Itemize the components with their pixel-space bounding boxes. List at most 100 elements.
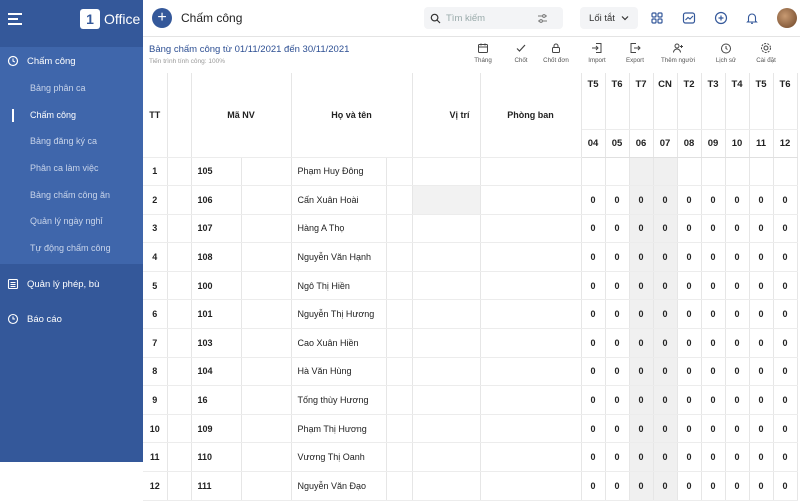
cell-dept[interactable] — [480, 471, 582, 501]
cell-day[interactable]: 0 — [653, 299, 678, 330]
cell-day[interactable]: 0 — [581, 242, 606, 272]
cell-day[interactable]: 0 — [605, 442, 630, 473]
table-row[interactable]: 1 105 Phạm Huy Đông — [143, 157, 798, 187]
sidebar-item-leave[interactable]: Quản lý phép, bù — [0, 270, 143, 298]
cell-day[interactable]: 0 — [629, 328, 654, 358]
cell-day[interactable]: 0 — [701, 471, 726, 501]
sidebar-subitem[interactable]: Bảng đăng ký ca — [0, 128, 143, 155]
cell-dept[interactable] — [480, 271, 582, 301]
shortcut-dropdown[interactable]: Lối tắt — [580, 7, 638, 29]
cell-day[interactable] — [749, 157, 774, 187]
cell-day[interactable]: 0 — [677, 214, 702, 244]
cell-day[interactable]: 0 — [773, 357, 798, 387]
cell-day[interactable]: 0 — [653, 242, 678, 272]
hamburger-menu-icon[interactable] — [8, 12, 22, 25]
cell-dept[interactable] — [480, 185, 582, 215]
table-row[interactable]: 6 101 Nguyễn Thị Hương 0 0 0 0 0 0 0 0 0 — [143, 299, 798, 330]
table-row[interactable]: 4 108 Nguyễn Văn Hạnh 0 0 0 0 0 0 0 0 0 — [143, 242, 798, 272]
cell-day[interactable]: 0 — [629, 185, 654, 215]
toolbar-button-import[interactable]: Import — [580, 42, 614, 64]
cell-day[interactable]: 0 — [749, 242, 774, 272]
cell-day[interactable] — [629, 157, 654, 187]
chart-icon[interactable] — [682, 11, 696, 25]
toolbar-button-settings[interactable]: Cài đặt — [749, 42, 783, 64]
table-row[interactable]: 12 111 Nguyễn Văn Đạo 0 0 0 0 0 0 0 0 0 — [143, 471, 798, 501]
cell-day[interactable]: 0 — [653, 328, 678, 358]
cell-day[interactable] — [677, 157, 702, 187]
cell-day[interactable]: 0 — [605, 414, 630, 444]
cell-day[interactable]: 0 — [701, 328, 726, 358]
table-row[interactable]: 11 110 Vương Thị Oanh 0 0 0 0 0 0 0 0 0 — [143, 442, 798, 473]
col-header-ma[interactable]: Mã NV — [191, 73, 292, 158]
cell-dept[interactable] — [480, 299, 582, 330]
cell-day[interactable]: 0 — [653, 414, 678, 444]
cell-day[interactable]: 0 — [653, 185, 678, 215]
cell-position[interactable] — [412, 328, 481, 358]
cell-day[interactable] — [773, 157, 798, 187]
cell-day[interactable]: 0 — [677, 385, 702, 415]
cell-day[interactable]: 0 — [701, 214, 726, 244]
cell-day[interactable]: 0 — [701, 242, 726, 272]
table-row[interactable]: 9 16 Tống thùy Hương 0 0 0 0 0 0 0 0 0 — [143, 385, 798, 415]
search-input[interactable] — [446, 12, 532, 24]
cell-day[interactable] — [581, 157, 606, 187]
cell-day[interactable]: 0 — [701, 442, 726, 473]
sidebar-subitem[interactable]: Bảng phân ca — [0, 75, 143, 102]
cell-day[interactable] — [701, 157, 726, 187]
toolbar-button-export[interactable]: Export — [618, 42, 652, 64]
cell-day[interactable]: 0 — [773, 214, 798, 244]
cell-day[interactable]: 0 — [773, 328, 798, 358]
cell-position[interactable] — [412, 414, 481, 444]
app-logo[interactable]: 1 Office — [80, 8, 140, 29]
cell-day[interactable]: 0 — [653, 271, 678, 301]
cell-day[interactable]: 0 — [725, 214, 750, 244]
cell-day[interactable]: 0 — [605, 357, 630, 387]
cell-day[interactable]: 0 — [773, 414, 798, 444]
cell-day[interactable]: 0 — [581, 185, 606, 215]
cell-day[interactable]: 0 — [725, 242, 750, 272]
cell-day[interactable]: 0 — [629, 299, 654, 330]
cell-day[interactable]: 0 — [773, 271, 798, 301]
cell-day[interactable]: 0 — [629, 242, 654, 272]
sidebar-menu-title[interactable]: Chấm công — [0, 47, 143, 75]
cell-dept[interactable] — [480, 385, 582, 415]
cell-day[interactable]: 0 — [677, 271, 702, 301]
cell-day[interactable]: 0 — [725, 185, 750, 215]
cell-day[interactable]: 0 — [749, 328, 774, 358]
grid-apps-icon[interactable] — [650, 11, 664, 25]
cell-day[interactable] — [605, 157, 630, 187]
cell-dept[interactable] — [480, 414, 582, 444]
sidebar-subitem[interactable]: Bảng chấm công ăn — [0, 181, 143, 208]
cell-day[interactable]: 0 — [629, 271, 654, 301]
cell-position[interactable] — [412, 242, 481, 272]
cell-day[interactable]: 0 — [677, 414, 702, 444]
sidebar-subitem[interactable]: Tự động chấm công — [0, 235, 143, 262]
cell-day[interactable]: 0 — [581, 271, 606, 301]
cell-day[interactable]: 0 — [725, 442, 750, 473]
sidebar-item-report[interactable]: Báo cáo — [0, 305, 143, 333]
toolbar-button-add-person[interactable]: Thêm người — [661, 42, 695, 64]
cell-day[interactable]: 0 — [725, 299, 750, 330]
cell-position[interactable] — [412, 271, 481, 301]
cell-day[interactable]: 0 — [749, 357, 774, 387]
toolbar-button-history[interactable]: Lịch sử — [709, 42, 743, 64]
cell-day[interactable]: 0 — [677, 242, 702, 272]
table-row[interactable]: 2 106 Cấn Xuân Hoài 0 0 0 0 0 0 0 0 0 — [143, 185, 798, 215]
cell-day[interactable]: 0 — [749, 442, 774, 473]
cell-dept[interactable] — [480, 357, 582, 387]
cell-day[interactable]: 0 — [701, 299, 726, 330]
cell-day[interactable]: 0 — [677, 299, 702, 330]
col-header-dept[interactable]: Phòng ban — [480, 73, 582, 158]
cell-day[interactable]: 0 — [581, 299, 606, 330]
cell-day[interactable]: 0 — [605, 385, 630, 415]
add-circle-icon[interactable] — [714, 11, 728, 25]
cell-position[interactable] — [412, 442, 481, 473]
cell-day[interactable]: 0 — [677, 357, 702, 387]
cell-day[interactable]: 0 — [581, 385, 606, 415]
cell-dept[interactable] — [480, 157, 582, 187]
sidebar-subitem[interactable]: Phân ca làm việc — [0, 155, 143, 182]
cell-day[interactable]: 0 — [605, 471, 630, 501]
cell-day[interactable]: 0 — [581, 414, 606, 444]
table-row[interactable]: 10 109 Phạm Thị Hương 0 0 0 0 0 0 0 0 0 — [143, 414, 798, 444]
cell-day[interactable]: 0 — [701, 185, 726, 215]
